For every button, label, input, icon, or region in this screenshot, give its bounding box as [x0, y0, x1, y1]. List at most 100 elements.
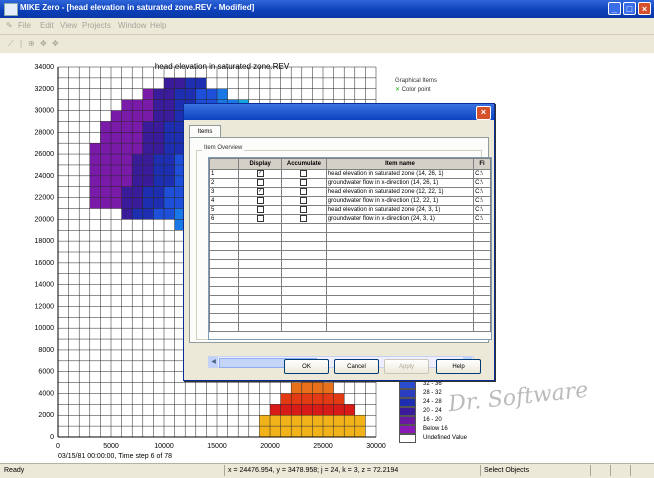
accumulate-checkbox[interactable]	[300, 197, 308, 205]
item-name-cell[interactable]: groundwater flow in x-direction (24, 3, …	[325, 214, 475, 224]
legend-swatch	[399, 407, 416, 416]
empty-row	[209, 304, 491, 314]
menu-projects[interactable]: Projects	[82, 21, 111, 30]
heatmap-cell	[132, 99, 143, 111]
heatmap-cell	[142, 164, 154, 176]
file-cell[interactable]: C:\	[473, 214, 491, 224]
pan-tool-icon[interactable]: ✥	[40, 39, 47, 48]
x-tick-label: 15000	[207, 443, 227, 450]
item-name-cell[interactable]: groundwater flow in x-direction (14, 26,…	[325, 178, 475, 188]
y-tick-label: 22000	[35, 195, 55, 202]
file-cell[interactable]: C:\	[473, 187, 491, 197]
dialog-close-button[interactable]: ×	[476, 106, 491, 120]
x-tick-label: 30000	[366, 443, 386, 450]
display-checkbox[interactable]	[256, 197, 264, 205]
heatmap-cell	[142, 186, 154, 198]
empty-row	[209, 295, 491, 305]
col-header-index	[209, 158, 240, 170]
ok-button[interactable]: OK	[284, 359, 329, 374]
heatmap-cell	[174, 88, 186, 100]
heatmap-cell	[344, 415, 355, 427]
heatmap-cell	[89, 154, 101, 165]
scroll-left-icon[interactable]: ◀	[209, 357, 218, 367]
file-cell[interactable]: C:\	[473, 169, 491, 179]
display-checkbox[interactable]	[256, 206, 264, 214]
display-cell[interactable]: ✓	[238, 187, 282, 197]
graphical-items-label: Graphical Items	[395, 78, 438, 84]
accumulate-checkbox[interactable]	[300, 215, 308, 223]
menu-edit[interactable]: Edit	[40, 21, 54, 30]
status-mode: Select Objects	[484, 467, 530, 474]
legend-label: 32 - 36	[423, 381, 442, 387]
col-header-accumulate[interactable]: Accumulate	[281, 158, 327, 170]
heatmap-cell	[291, 404, 302, 416]
cancel-button[interactable]: Cancel	[334, 359, 379, 374]
heatmap-cell	[100, 186, 111, 198]
display-checkbox[interactable]	[256, 179, 264, 187]
heatmap-cell	[164, 143, 175, 155]
accumulate-cell[interactable]	[281, 169, 327, 179]
select-tool-icon[interactable]: ✥	[52, 39, 59, 48]
heatmap-cell	[354, 426, 366, 437]
display-checkbox[interactable]	[256, 215, 264, 223]
y-tick-label: 4000	[38, 390, 54, 397]
y-tick-label: 8000	[38, 347, 54, 354]
app-menu-icon[interactable]: ✎	[6, 21, 13, 30]
item-name-cell[interactable]: head elevation in saturated zone (24, 3,…	[325, 205, 475, 215]
accumulate-cell[interactable]	[281, 187, 327, 197]
accumulate-cell[interactable]	[281, 214, 327, 224]
heatmap-cell	[121, 154, 133, 165]
display-cell[interactable]	[238, 214, 282, 224]
col-header-display[interactable]: Display	[238, 158, 282, 170]
accumulate-checkbox[interactable]	[300, 206, 308, 214]
display-checkbox[interactable]: ✓	[256, 188, 264, 196]
heatmap-cell	[333, 404, 345, 416]
display-checkbox[interactable]: ✓	[256, 170, 264, 178]
accumulate-cell[interactable]	[281, 196, 327, 206]
table-row: 2 groundwater flow in x-direction (14, 26…	[209, 178, 491, 188]
dialog-title-bar[interactable]	[184, 104, 494, 120]
accumulate-checkbox[interactable]	[300, 170, 308, 178]
accumulate-checkbox[interactable]	[300, 179, 308, 187]
heatmap-cell	[100, 121, 111, 133]
heatmap-cell	[333, 415, 345, 427]
file-cell[interactable]: C:\	[473, 196, 491, 206]
row-index: 3	[209, 187, 240, 197]
status-ready: Ready	[4, 467, 25, 474]
edit-tool-icon[interactable]: ⟋	[8, 39, 14, 49]
toolbar: ⟋ | ⊕ ✥ ✥	[0, 35, 654, 54]
col-header-item-name[interactable]: Item name	[325, 158, 475, 170]
heatmap-cell	[100, 197, 111, 209]
heatmap-cell	[333, 393, 345, 405]
display-cell[interactable]	[238, 205, 282, 215]
minimize-button[interactable]: _	[608, 2, 621, 15]
item-name-cell[interactable]: head elevation in saturated zone (14, 26…	[325, 169, 475, 179]
heatmap-cell	[132, 121, 143, 133]
apply-button[interactable]: Apply	[384, 359, 429, 374]
y-tick-label: 6000	[38, 369, 54, 376]
file-cell[interactable]: C:\	[473, 205, 491, 215]
item-name-cell[interactable]: head elevation in saturated zone (12, 22…	[325, 187, 475, 197]
menu-view[interactable]: View	[60, 21, 77, 30]
empty-row	[209, 277, 491, 287]
help-button[interactable]: Help	[436, 359, 481, 374]
menu-window[interactable]: Window	[118, 21, 146, 30]
item-name-cell[interactable]: groundwater flow in x-direction (12, 22,…	[325, 196, 475, 206]
display-cell[interactable]	[238, 196, 282, 206]
heatmap-cell	[164, 208, 175, 220]
maximize-button[interactable]: □	[623, 2, 636, 15]
accumulate-cell[interactable]	[281, 205, 327, 215]
accumulate-checkbox[interactable]	[300, 188, 308, 196]
col-header-file[interactable]: Fi	[473, 158, 491, 170]
heatmap-cell	[195, 77, 207, 89]
display-cell[interactable]: ✓	[238, 169, 282, 179]
menu-help[interactable]: Help	[150, 21, 166, 30]
accumulate-cell[interactable]	[281, 178, 327, 188]
zoom-tool-icon[interactable]: ⊕	[28, 39, 35, 48]
display-cell[interactable]	[238, 178, 282, 188]
menu-file[interactable]: File	[18, 21, 31, 30]
file-cell[interactable]: C:\	[473, 178, 491, 188]
legend-label: 20 - 24	[423, 408, 442, 414]
x-tick-label: 0	[56, 443, 60, 450]
close-window-button[interactable]: ×	[638, 2, 651, 15]
